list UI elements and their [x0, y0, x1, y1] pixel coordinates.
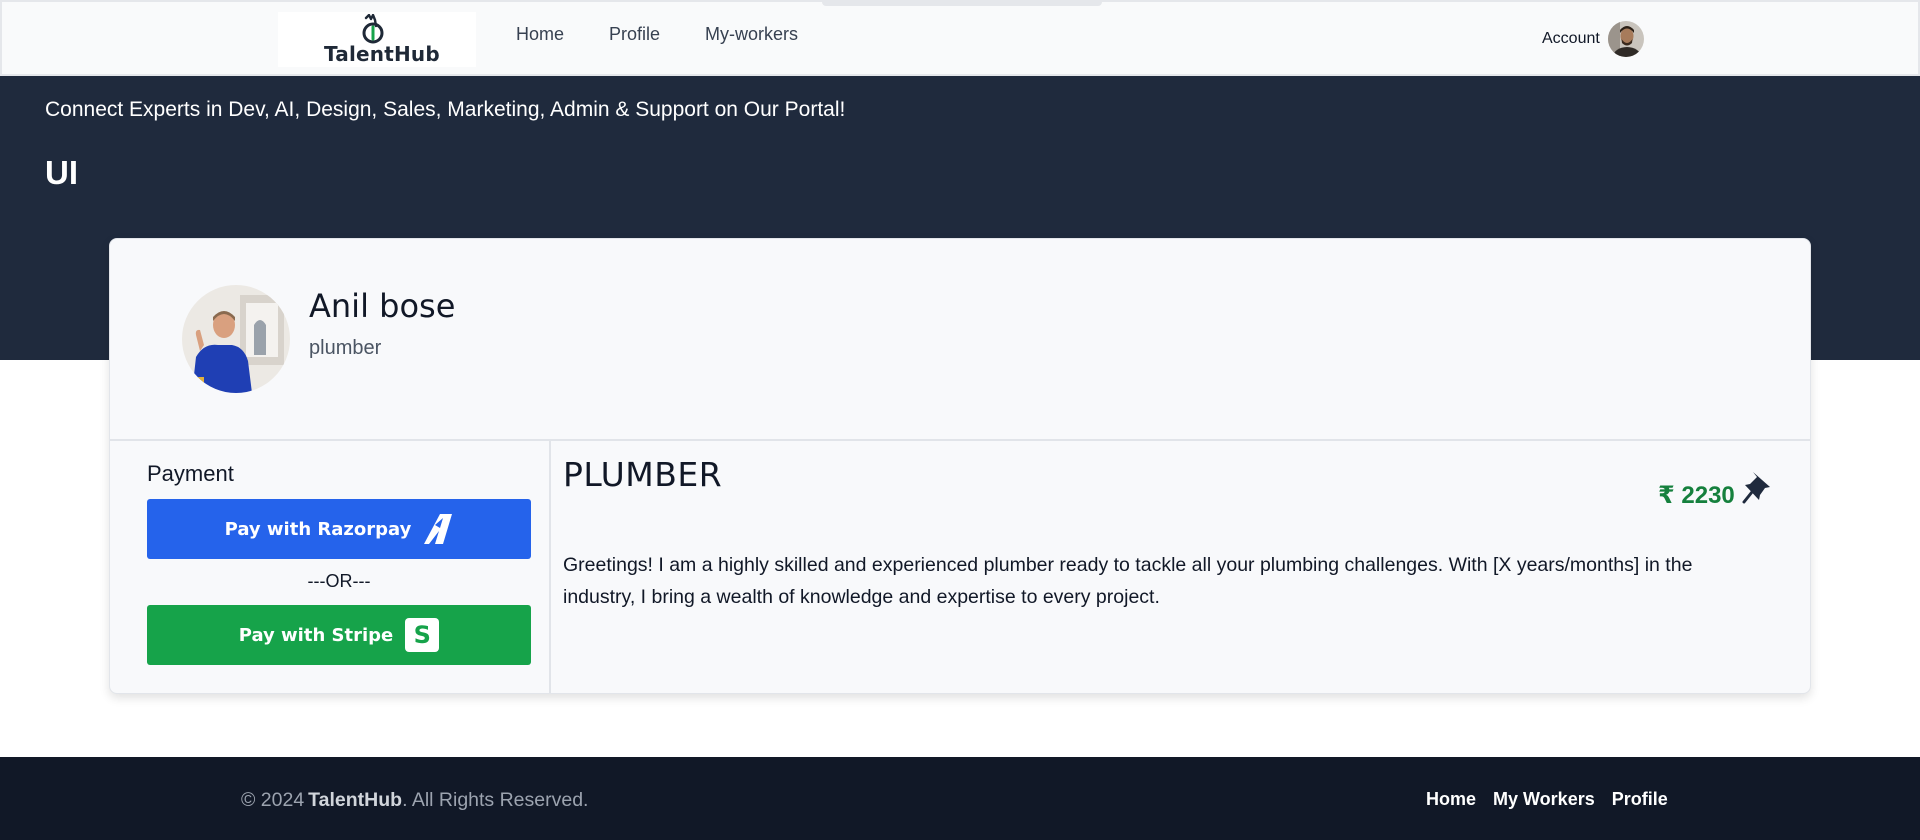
pin-icon[interactable] [1742, 470, 1774, 504]
footer-link-home[interactable]: Home [1426, 789, 1476, 810]
worker-card: Anil bose plumber Payment Pay with Razor… [109, 238, 1811, 694]
payment-heading: Payment [147, 461, 234, 486]
job-price: ₹ 2230 [1658, 482, 1735, 509]
card-divider [110, 439, 1810, 441]
worker-role: plumber [309, 337, 382, 359]
user-avatar[interactable] [1607, 21, 1644, 57]
footer-brand[interactable]: TalentHub [308, 789, 402, 811]
navbar: TalentHub Home Profile My-workers Accoun… [0, 0, 1920, 76]
footer-copyright: © 2024 TalentHub. All Rights Reserved. [241, 789, 588, 812]
nav-link-my-workers[interactable]: My-workers [705, 24, 798, 45]
nav-link-profile[interactable]: Profile [609, 24, 660, 45]
account-label: Account [1542, 30, 1600, 47]
logo-text: TalentHub [324, 42, 440, 66]
nav-links: Home Profile My-workers [516, 24, 798, 45]
worker-avatar [182, 285, 290, 393]
footer-links: Home My Workers Profile [1426, 789, 1668, 810]
copyright-suffix: . All Rights Reserved. [402, 789, 589, 811]
worker-name: Anil bose [309, 287, 456, 325]
or-separator: ---OR--- [307, 571, 371, 591]
footer-link-profile[interactable]: Profile [1612, 789, 1668, 810]
pay-with-stripe-button[interactable]: Pay with Stripe S [147, 605, 531, 665]
job-title: PLUMBER [563, 455, 723, 494]
nav-decoration [822, 2, 1102, 6]
nav-link-home[interactable]: Home [516, 24, 564, 45]
hero-tagline: Connect Experts in Dev, AI, Design, Sale… [45, 98, 846, 121]
pay-with-razorpay-button[interactable]: Pay with Razorpay [147, 499, 531, 559]
footer-link-my-workers[interactable]: My Workers [1493, 789, 1595, 810]
column-divider [549, 440, 551, 693]
razorpay-icon [424, 514, 453, 544]
stripe-button-label: Pay with Stripe [238, 624, 394, 646]
copyright-year: © 2024 [241, 789, 305, 811]
page-title: UI [45, 154, 78, 191]
logo[interactable]: TalentHub [278, 12, 476, 67]
account-menu[interactable]: Account [1542, 21, 1644, 57]
footer: © 2024 TalentHub. All Rights Reserved. Ho… [0, 757, 1920, 840]
razorpay-button-label: Pay with Razorpay [224, 518, 412, 540]
job-description: Greetings! I am a highly skilled and exp… [563, 554, 1693, 608]
stripe-icon: S [405, 618, 440, 652]
